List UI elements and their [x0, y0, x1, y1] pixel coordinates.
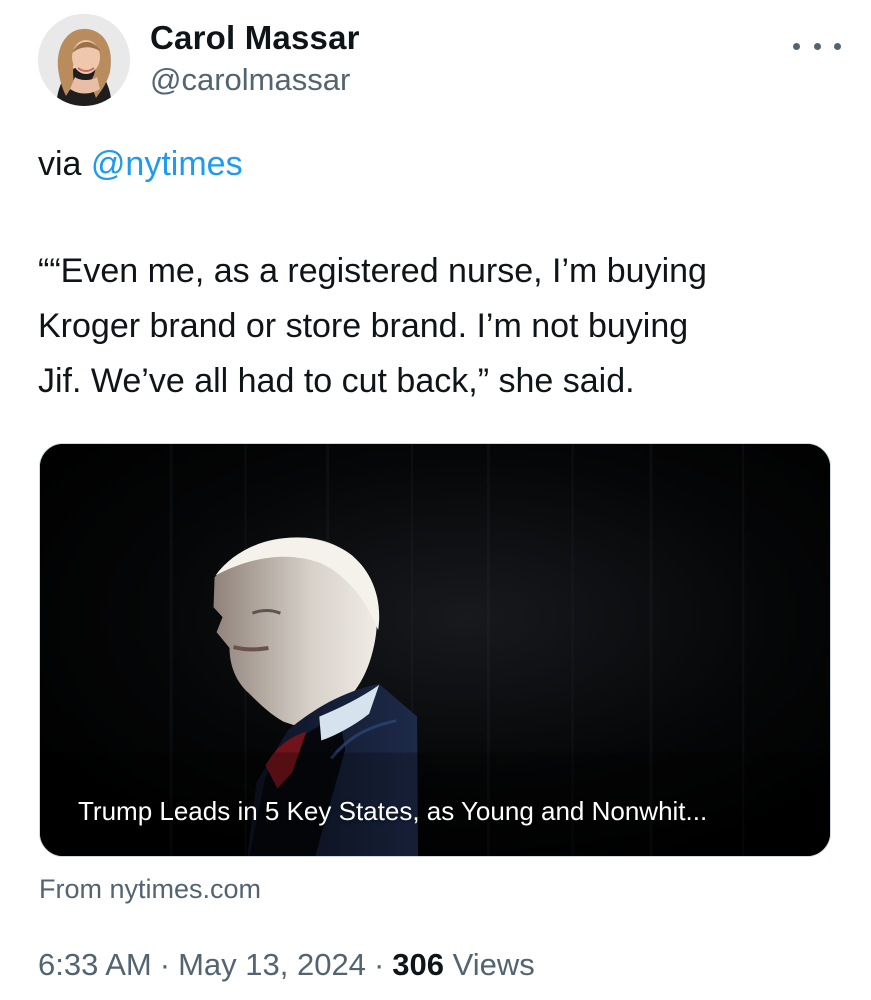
mention-link[interactable]: @nytimes [91, 145, 243, 183]
more-options-dot [813, 42, 821, 50]
meta-separator: · [373, 947, 385, 982]
more-options-dot [834, 42, 841, 50]
link-card[interactable]: Trump Leads in 5 Key States, as Young an… [39, 443, 831, 857]
author-identity[interactable]: Carol Massar @carolmassar [150, 18, 360, 99]
card-title[interactable]: Trump Leads in 5 Key States, as Young an… [78, 794, 707, 828]
more-options-dot [793, 42, 800, 50]
tweet-header: Carol Massar @carolmassar [38, 14, 841, 106]
meta-separator: · [159, 947, 171, 982]
user-handle[interactable]: @carolmassar [150, 61, 360, 99]
tweet-view: Carol Massar @carolmassar via @nytimes “… [0, 0, 871, 1000]
tweet-body: via @nytimes ““Even me, as a registered … [38, 137, 838, 409]
avatar-image [38, 14, 130, 106]
tweet-meta: 6:33 AM · May 13, 2024 · 306 Views [38, 945, 535, 985]
tweet-date[interactable]: May 13, 2024 [178, 947, 366, 982]
views-label: Views [444, 947, 535, 982]
card-source[interactable]: From nytimes.com [39, 872, 261, 906]
avatar[interactable] [38, 14, 130, 106]
views-count[interactable]: 306 [392, 947, 444, 982]
tweet-time[interactable]: 6:33 AM [38, 947, 152, 982]
display-name[interactable]: Carol Massar [150, 18, 360, 58]
via-prefix: via [38, 145, 91, 183]
via-line: via @nytimes [38, 137, 838, 192]
tweet-quote: ““Even me, as a registered nurse, I’m bu… [38, 252, 707, 400]
more-options-icon[interactable] [793, 32, 841, 60]
